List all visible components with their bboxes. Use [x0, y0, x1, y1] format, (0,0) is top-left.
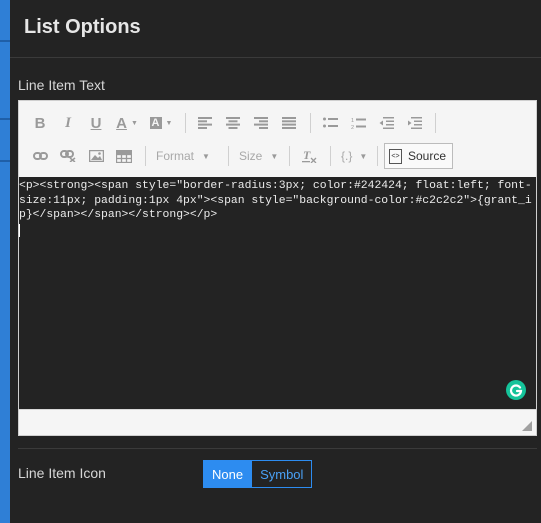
text-cursor	[19, 223, 20, 237]
source-code-icon: <>	[389, 148, 402, 164]
increase-indent-icon[interactable]	[401, 110, 427, 136]
toolbar-separator	[228, 146, 229, 166]
grammarly-icon[interactable]	[506, 380, 526, 400]
toolbar-separator	[310, 113, 311, 133]
text-color-icon[interactable]: A ▼	[111, 110, 143, 136]
background-color-icon[interactable]: A ▼	[145, 110, 177, 136]
toolbar-separator	[289, 146, 290, 166]
align-left-icon[interactable]	[192, 110, 218, 136]
list-options-panel: List Options Line Item Text B I U A ▼ A ▼	[10, 0, 541, 523]
svg-text:2: 2	[351, 125, 354, 130]
line-item-icon-label: Line Item Icon	[18, 465, 106, 481]
svg-text:1: 1	[351, 118, 354, 124]
format-dropdown-label: Format	[156, 149, 195, 163]
italic-icon[interactable]: I	[55, 110, 81, 136]
toolbar-separator	[435, 113, 436, 133]
toolbar-separator	[145, 146, 146, 166]
rich-text-editor: B I U A ▼ A ▼ 1 2 Format ▼ Size ▼ T {.} …	[18, 100, 537, 436]
link-icon[interactable]	[27, 143, 53, 169]
toolbar-row-2: Format ▼ Size ▼ T {.} ▼ <> Source	[27, 141, 454, 171]
numbered-list-icon[interactable]: 12	[345, 110, 371, 136]
icon-option-symbol[interactable]: Symbol	[252, 460, 313, 488]
svg-text:T: T	[303, 149, 311, 162]
editor-statusbar	[19, 409, 536, 435]
chevron-down-icon: ▼	[270, 151, 279, 161]
bulleted-list-icon[interactable]	[317, 110, 343, 136]
bold-icon[interactable]: B	[27, 110, 53, 136]
strip-divider	[0, 118, 10, 120]
toolbar-separator	[377, 146, 378, 166]
image-icon[interactable]	[83, 143, 109, 169]
editor-toolbar: B I U A ▼ A ▼ 1 2 Format ▼ Size ▼ T {.} …	[19, 101, 536, 177]
panel-header: List Options	[10, 0, 541, 58]
decrease-indent-icon[interactable]	[373, 110, 399, 136]
line-item-text-label: Line Item Text	[18, 77, 105, 93]
source-button-label: Source	[408, 149, 447, 163]
source-button[interactable]: <> Source	[384, 143, 454, 169]
align-right-icon[interactable]	[248, 110, 274, 136]
underline-icon[interactable]: U	[83, 110, 109, 136]
align-center-icon[interactable]	[220, 110, 246, 136]
remove-format-icon[interactable]: T	[296, 143, 322, 169]
chevron-down-icon: ▼	[202, 151, 210, 161]
source-code-editor[interactable]: <p><strong><span style="border-radius:3p…	[19, 177, 536, 409]
source-code-text: <p><strong><span style="border-radius:3p…	[19, 180, 532, 221]
toolbar-separator	[185, 113, 186, 133]
format-dropdown[interactable]: Format ▼	[152, 143, 222, 169]
left-accent-strip	[0, 0, 10, 523]
resize-grip-icon[interactable]	[522, 421, 532, 431]
placeholder-dropdown[interactable]: {.} ▼	[337, 143, 371, 169]
section-divider	[18, 448, 537, 449]
placeholder-dropdown-label: {.}	[341, 149, 353, 163]
strip-divider	[0, 160, 10, 162]
panel-title: List Options	[24, 16, 141, 38]
toolbar-separator	[330, 146, 331, 166]
unlink-icon[interactable]	[55, 143, 81, 169]
justify-icon[interactable]	[276, 110, 302, 136]
table-icon[interactable]	[111, 143, 137, 169]
strip-divider	[0, 40, 10, 42]
toolbar-row-1: B I U A ▼ A ▼ 1 2	[27, 108, 442, 138]
size-dropdown-label: Size	[239, 149, 263, 163]
line-item-icon-toggle: None Symbol	[203, 460, 313, 488]
icon-option-none[interactable]: None	[203, 460, 253, 488]
size-dropdown[interactable]: Size ▼	[235, 143, 283, 169]
chevron-down-icon: ▼	[359, 151, 368, 161]
